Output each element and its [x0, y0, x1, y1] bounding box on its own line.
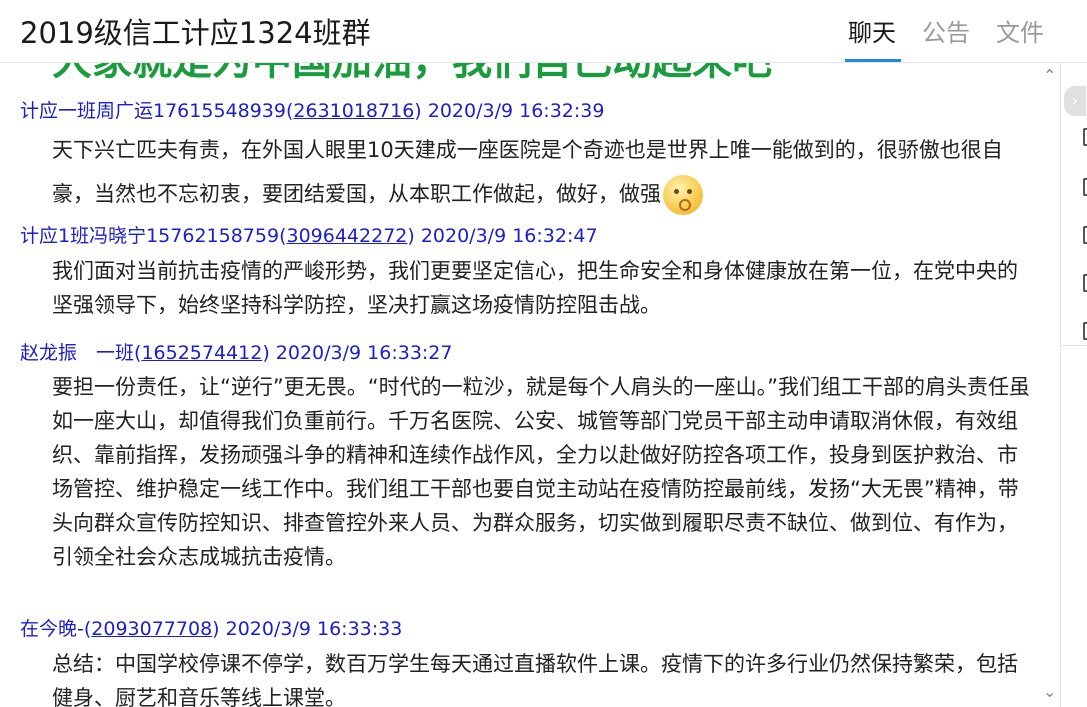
sender-qq-link[interactable]: 2093077708: [91, 618, 212, 640]
message-header: 计应1班冯晓宁15762158759(3096442272) 2020/3/9 …: [20, 225, 598, 247]
group-title: 2019级信工计应1324班群: [20, 16, 371, 50]
chevron-up-icon[interactable]: ⌃: [1043, 66, 1056, 85]
chat-header: 2019级信工计应1324班群 聊天 公告 文件: [0, 0, 1087, 63]
chevron-down-icon[interactable]: ⌄: [1043, 682, 1056, 701]
sender-qq-link[interactable]: 2631018716: [293, 100, 414, 122]
message-text: 天下兴亡匹夫有责，在外国人眼里10天建成一座医院是个奇迹也是世界上唯一能做到的，…: [52, 138, 1003, 206]
message-time: 2020/3/9 16:32:47: [420, 225, 598, 247]
sender-name: 计应一班周广运17615548939: [20, 100, 286, 122]
sender-name: 在今晚-: [20, 618, 84, 640]
message-body: 要担一份责任，让“逆行”更无畏。“时代的一粒沙，就是每个人肩头的一座山。”我们组…: [52, 375, 1031, 569]
message-time: 2020/3/9 16:33:27: [275, 342, 453, 364]
sidebar-tool-icon[interactable]: [1083, 128, 1087, 146]
sender-qq-link[interactable]: 1652574412: [141, 342, 262, 364]
sidebar-tool-icon[interactable]: [1083, 178, 1087, 196]
sender-qq-link[interactable]: 3096442272: [286, 225, 407, 247]
tab-files[interactable]: 文件: [996, 13, 1044, 48]
message-body: 天下兴亡匹夫有责，在外国人眼里10天建成一座医院是个奇迹也是世界上唯一能做到的，…: [52, 128, 1032, 216]
divider: [1061, 345, 1087, 346]
message-header: 在今晚-(2093077708) 2020/3/9 16:33:33: [20, 618, 403, 640]
message-time: 2020/3/9 16:33:33: [225, 618, 403, 640]
tab-announcement[interactable]: 公告: [922, 13, 970, 48]
sidebar-tool-icon[interactable]: [1083, 226, 1087, 244]
tab-chat[interactable]: 聊天: [848, 13, 896, 48]
emoji-face-icon: [663, 175, 703, 215]
banner-text: 大家就是为中国加油，我们自己动起来吧: [52, 62, 772, 86]
message-header: 计应一班周广运17615548939(2631018716) 2020/3/9 …: [20, 100, 605, 122]
active-tab-indicator: [845, 59, 901, 62]
sidebar-tool-icon[interactable]: [1083, 274, 1087, 292]
sender-name: 赵龙振 一班: [20, 342, 135, 364]
message-body: 总结：中国学校停课不停学，数百万学生每天通过直播软件上课。疫情下的许多行业仍然保…: [52, 652, 1018, 707]
vertical-scrollbar[interactable]: ⌃ ⌄: [1040, 62, 1060, 707]
chevron-right-icon[interactable]: ›: [1064, 86, 1086, 116]
sender-name: 计应1班冯晓宁15762158759: [20, 225, 280, 247]
message-body: 我们面对当前抗击疫情的严峻形势，我们更要坚定信心，把生命安全和身体健康放在第一位…: [52, 259, 1018, 317]
message-time: 2020/3/9 16:32:39: [427, 100, 605, 122]
sidebar-tool-icon[interactable]: [1083, 322, 1087, 340]
message-header: 赵龙振 一班(1652574412) 2020/3/9 16:33:27: [20, 342, 453, 364]
right-sidebar: ›: [1060, 62, 1087, 707]
message-list[interactable]: 大家就是为中国加油，我们自己动起来吧 计应一班周广运17615548939(26…: [0, 62, 1040, 707]
